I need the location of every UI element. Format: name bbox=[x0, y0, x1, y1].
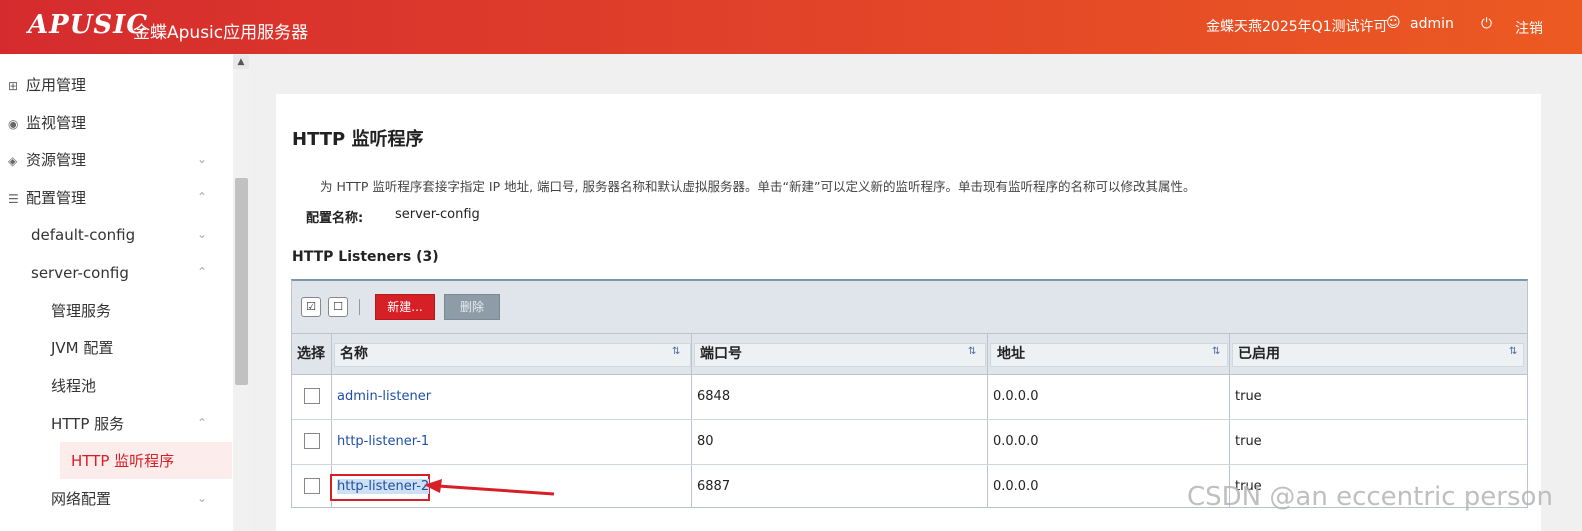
watermark: CSDN @an eccentric person bbox=[1187, 482, 1553, 512]
sidebar-item-http-listeners[interactable]: HTTP 监听程序 bbox=[71, 443, 174, 479]
listener-port: 6848 bbox=[697, 389, 731, 404]
sidebar-item-monitor[interactable]: ◉ 监视管理 bbox=[8, 105, 86, 141]
apusic-logo: APUSIC bbox=[28, 10, 149, 40]
sidebar-item-thread-pool[interactable]: 线程池 bbox=[51, 368, 96, 404]
select-all-icon[interactable]: ☑ bbox=[301, 297, 321, 317]
listener-enabled: true bbox=[1235, 434, 1262, 449]
scroll-up-arrow-icon[interactable]: ▲ bbox=[233, 55, 249, 69]
column-header-enabled[interactable]: 已启用 bbox=[1238, 334, 1280, 374]
top-header: APUSIC 金蝶Apusic应用服务器 金蝶天燕2025年Q1测试许可 ☺ a… bbox=[0, 0, 1582, 54]
product-title: 金蝶Apusic应用服务器 bbox=[133, 23, 309, 43]
sidebar-item-http-service[interactable]: HTTP 服务 bbox=[51, 406, 124, 442]
sort-icon[interactable]: ⇅ bbox=[968, 346, 976, 357]
listeners-table: ☑ ☐ 新建... 删除 选择 名称 ⇅ 端口号 ⇅ 地址 ⇅ 已启用 ⇅ ad… bbox=[291, 279, 1528, 508]
listener-address: 0.0.0.0 bbox=[993, 479, 1039, 494]
layers-icon: ◈ bbox=[8, 154, 18, 168]
sidebar-item-admin-service[interactable]: 管理服务 bbox=[51, 293, 111, 329]
sort-icon[interactable]: ⇅ bbox=[1212, 346, 1220, 357]
listener-name-link[interactable]: admin-listener bbox=[337, 375, 431, 419]
column-header-port[interactable]: 端口号 bbox=[700, 334, 742, 374]
sliders-icon: ☰ bbox=[8, 192, 19, 206]
license-text: 金蝶天燕2025年Q1测试许可 bbox=[1206, 19, 1388, 35]
listener-address: 0.0.0.0 bbox=[993, 389, 1039, 404]
delete-button[interactable]: 删除 bbox=[444, 294, 500, 320]
page-title: HTTP 监听程序 bbox=[292, 129, 424, 150]
sidebar-scroll-thumb[interactable] bbox=[235, 178, 248, 385]
table-row: http-listener-1 80 0.0.0.0 true bbox=[292, 420, 1527, 465]
sidebar-item-configuration[interactable]: ☰ 配置管理 bbox=[8, 180, 86, 216]
column-header-name[interactable]: 名称 bbox=[340, 334, 368, 374]
config-name-value: server-config bbox=[395, 207, 480, 222]
sidebar-item-default-config[interactable]: default-config bbox=[31, 217, 135, 253]
listener-name-link[interactable]: http-listener-1 bbox=[337, 420, 429, 464]
listener-name-link[interactable]: http-listener-2 bbox=[337, 465, 430, 509]
column-header-select: 选择 bbox=[297, 346, 325, 362]
listener-address: 0.0.0.0 bbox=[993, 434, 1039, 449]
chevron-down-icon[interactable]: ⌄ bbox=[197, 152, 207, 166]
sort-icon[interactable]: ⇅ bbox=[672, 346, 680, 357]
row-checkbox[interactable] bbox=[304, 433, 320, 449]
grid-icon: ⊞ bbox=[8, 79, 19, 93]
chevron-up-icon[interactable]: ⌃ bbox=[197, 416, 207, 430]
config-name-label: 配置名称: bbox=[306, 211, 364, 226]
new-button[interactable]: 新建... bbox=[375, 294, 435, 320]
camera-icon: ◉ bbox=[8, 117, 19, 131]
annotation-arrow-icon bbox=[424, 479, 555, 496]
user-icon: ☺ bbox=[1386, 15, 1401, 31]
chevron-down-icon[interactable]: ⌄ bbox=[197, 227, 207, 241]
sidebar: ⊞ 应用管理 ◉ 监视管理 ◈ 资源管理 ⌄ ☰ 配置管理 ⌃ default-conf… bbox=[0, 54, 250, 531]
table-header: 选择 名称 ⇅ 端口号 ⇅ 地址 ⇅ 已启用 ⇅ bbox=[292, 334, 1527, 375]
sidebar-item-jvm-config[interactable]: JVM 配置 bbox=[51, 330, 113, 366]
sort-icon[interactable]: ⇅ bbox=[1509, 346, 1517, 357]
page-description: 为 HTTP 监听程序套接字指定 IP 地址, 端口号, 服务器名称和默认虚拟服… bbox=[320, 179, 1196, 194]
toolbar-divider bbox=[359, 299, 360, 315]
column-header-bg bbox=[990, 343, 1228, 367]
row-checkbox[interactable] bbox=[304, 478, 320, 494]
row-checkbox[interactable] bbox=[304, 388, 320, 404]
chevron-down-icon[interactable]: ⌄ bbox=[197, 491, 207, 505]
listeners-section-title: HTTP Listeners (3) bbox=[292, 249, 439, 265]
power-icon[interactable]: ⏻ bbox=[1481, 16, 1492, 32]
table-row: admin-listener 6848 0.0.0.0 true bbox=[292, 375, 1527, 420]
column-header-bg bbox=[334, 343, 691, 367]
chevron-up-icon[interactable]: ⌃ bbox=[197, 190, 207, 204]
deselect-all-icon[interactable]: ☐ bbox=[328, 297, 348, 317]
sidebar-item-app-management[interactable]: ⊞ 应用管理 bbox=[8, 67, 86, 103]
logout-link[interactable]: 注销 bbox=[1515, 18, 1543, 38]
column-header-address[interactable]: 地址 bbox=[997, 334, 1025, 374]
listener-port: 6887 bbox=[697, 479, 731, 494]
table-toolbar: ☑ ☐ 新建... 删除 bbox=[292, 281, 1527, 334]
sidebar-item-server-config[interactable]: server-config bbox=[31, 255, 129, 291]
chevron-up-icon[interactable]: ⌃ bbox=[197, 265, 207, 279]
listener-port: 80 bbox=[697, 434, 714, 449]
username[interactable]: admin bbox=[1410, 16, 1454, 32]
sidebar-item-resources[interactable]: ◈ 资源管理 bbox=[8, 142, 86, 178]
listener-enabled: true bbox=[1235, 389, 1262, 404]
sidebar-item-network-config[interactable]: 网络配置 bbox=[51, 481, 111, 517]
